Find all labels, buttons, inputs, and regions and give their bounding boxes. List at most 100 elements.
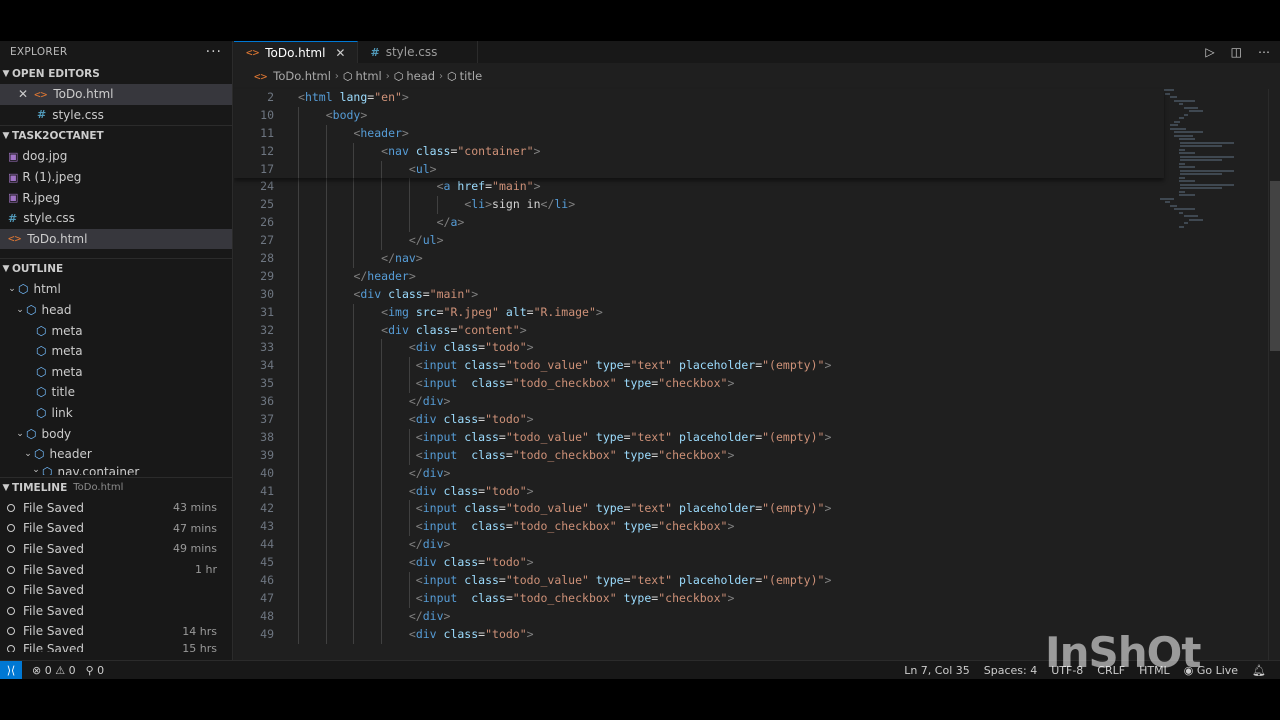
split-editor-icon[interactable]: ◫ bbox=[1231, 45, 1242, 59]
file-item[interactable]: ▣ dog.jpg bbox=[0, 146, 232, 167]
code-line[interactable]: 32 <div class="content"> bbox=[234, 321, 1164, 340]
outline-item[interactable]: ⌄ ⬡ header bbox=[0, 444, 232, 465]
close-icon[interactable]: ✕ bbox=[335, 46, 345, 60]
project-header[interactable]: ▼ TASK2OCTANET bbox=[0, 125, 232, 146]
line-content: <nav class="container"> bbox=[381, 143, 541, 158]
open-editor-item-style[interactable]: # style.css bbox=[0, 105, 232, 126]
outline-item[interactable]: ⌄ ⬡ body bbox=[0, 423, 232, 444]
run-icon[interactable]: ▷ bbox=[1205, 45, 1214, 59]
code-line[interactable]: 29 </header> bbox=[234, 267, 1164, 286]
sticky-line[interactable]: 10 <body> bbox=[234, 106, 1164, 125]
indent-guide bbox=[381, 464, 383, 483]
sticky-line[interactable]: 2 <html lang="en"> bbox=[234, 89, 1164, 107]
code-line[interactable]: 34 <input class="todo_value" type="text" … bbox=[234, 357, 1164, 376]
outline-item[interactable]: ⬡ link bbox=[0, 403, 232, 424]
code-line[interactable]: 28 </nav> bbox=[234, 250, 1164, 268]
outline-item[interactable]: ⬡ meta bbox=[0, 320, 232, 341]
timeline-item[interactable]: File Saved 14 hrs bbox=[0, 621, 232, 642]
code-line[interactable]: 47 <input class="todo_checkbox" type="che… bbox=[234, 589, 1164, 608]
indent-guide bbox=[298, 142, 299, 161]
cursor-position[interactable]: Ln 7, Col 35 bbox=[904, 664, 970, 677]
code-line[interactable]: 41 <div class="todo"> bbox=[234, 482, 1164, 501]
close-icon[interactable]: ✕ bbox=[18, 87, 28, 101]
minimap-line bbox=[1179, 190, 1185, 193]
file-item[interactable]: # style.css bbox=[0, 208, 232, 229]
outline-header[interactable]: ▼ OUTLINE bbox=[0, 258, 232, 279]
indent-guide bbox=[298, 303, 299, 322]
code-line[interactable]: 25 <li>sign in</li> bbox=[234, 196, 1164, 215]
code-line[interactable]: 48 </div> bbox=[234, 607, 1164, 626]
code-line[interactable]: 44 </div> bbox=[234, 536, 1164, 555]
timeline-header[interactable]: ▼ TIMELINE ToDo.html bbox=[0, 476, 232, 498]
code-editor[interactable]: 2 <html lang="en"> 10 <body> 11 <header> 12 <na… bbox=[234, 89, 1164, 644]
code-line[interactable]: 39 <input class="todo_checkbox" type="che… bbox=[234, 446, 1164, 465]
ports-indicator[interactable]: ⚲ 0 bbox=[86, 664, 105, 677]
indent-guide bbox=[298, 160, 299, 179]
breadcrumb-item[interactable]: html bbox=[356, 69, 382, 83]
outline-item[interactable]: ⬡ title bbox=[0, 382, 232, 403]
open-editors-header[interactable]: ▼ OPEN EDITORS bbox=[0, 63, 232, 84]
line-number: 45 bbox=[260, 555, 274, 570]
breadcrumb-item[interactable]: ToDo.html bbox=[273, 69, 331, 83]
timeline-item[interactable]: File Saved bbox=[0, 600, 232, 621]
file-item[interactable]: ▣ R.jpeg bbox=[0, 187, 232, 208]
code-lines: 24 <a href="main"> 25 <li>sign in</li> 26 </a… bbox=[234, 178, 1164, 644]
line-number: 30 bbox=[260, 286, 274, 301]
code-line[interactable]: 37 <div class="todo"> bbox=[234, 411, 1164, 429]
more-actions-icon[interactable]: ⋯ bbox=[1258, 45, 1270, 59]
outline-item[interactable]: ⌄ ⬡ head bbox=[0, 300, 232, 321]
timeline-item[interactable]: File Saved 49 mins bbox=[0, 539, 232, 560]
sticky-line[interactable]: 11 <header> bbox=[234, 124, 1164, 143]
code-line[interactable]: 31 <img src="R.jpeg" alt="R.image"> bbox=[234, 303, 1164, 322]
tab-todo-html[interactable]: <> ToDo.html ✕ bbox=[234, 41, 359, 63]
breadcrumb-item[interactable]: head bbox=[406, 69, 435, 83]
go-live-label: Go Live bbox=[1196, 663, 1239, 677]
timeline-item[interactable]: File Saved 1 hr bbox=[0, 559, 232, 580]
breadcrumb-item[interactable]: title bbox=[460, 69, 482, 83]
code-line[interactable]: 24 <a href="main"> bbox=[234, 178, 1164, 197]
more-actions-icon[interactable]: ··· bbox=[206, 44, 222, 60]
code-line[interactable]: 40 </div> bbox=[234, 464, 1164, 483]
timeline-item[interactable]: File Saved 47 mins bbox=[0, 518, 232, 539]
problems-indicator[interactable]: ⊗ 0 ⚠ 0 bbox=[32, 664, 76, 677]
bell-icon[interactable]: 🔔︎ bbox=[1252, 664, 1266, 677]
code-line[interactable]: 33 <div class="todo"> bbox=[234, 339, 1164, 358]
vertical-scrollbar[interactable] bbox=[1268, 89, 1280, 660]
code-line[interactable]: 45 <div class="todo"> bbox=[234, 554, 1164, 573]
code-line[interactable]: 43 <input class="todo_checkbox" type="che… bbox=[234, 518, 1164, 537]
code-line[interactable]: 49 <div class="todo"> bbox=[234, 625, 1164, 644]
outline-item[interactable]: ⬡ meta bbox=[0, 341, 232, 362]
scroll-thumb[interactable] bbox=[1270, 181, 1280, 351]
file-label: ToDo.html bbox=[27, 231, 88, 246]
code-line[interactable]: 27 </ul> bbox=[234, 232, 1164, 251]
file-item-active[interactable]: <> ToDo.html bbox=[0, 228, 232, 250]
code-line[interactable]: 30 <div class="main"> bbox=[234, 285, 1164, 304]
code-line[interactable]: 46 <input class="todo_value" type="text" … bbox=[234, 572, 1164, 590]
file-item[interactable]: ▣ R (1).jpeg bbox=[0, 167, 232, 188]
timeline-item[interactable]: File Saved bbox=[0, 580, 232, 601]
code-line[interactable]: 42 <input class="todo_value" type="text" … bbox=[234, 500, 1164, 519]
indent-guide bbox=[353, 554, 355, 573]
line-number: 43 bbox=[260, 519, 274, 534]
indent-guide bbox=[353, 196, 355, 215]
code-line[interactable]: 38 <input class="todo_value" type="text" … bbox=[234, 428, 1164, 447]
element-icon: ⬡ bbox=[18, 282, 29, 297]
outline-item[interactable]: ⌄ ⬡ nav.container bbox=[0, 465, 232, 475]
minimap[interactable] bbox=[1160, 89, 1240, 239]
code-line[interactable]: 35 <input class="todo_checkbox" type="che… bbox=[234, 375, 1164, 394]
sticky-line[interactable]: 17 <ul> bbox=[234, 160, 1164, 179]
open-editor-item-todo[interactable]: ✕ <> ToDo.html bbox=[0, 84, 232, 105]
line-content: <input class="todo_value" type="text" pl… bbox=[415, 429, 832, 444]
outline-item[interactable]: ⌄ ⬡ html bbox=[0, 279, 232, 300]
remote-icon[interactable]: ⟩⟨ bbox=[0, 660, 22, 679]
outline-item[interactable]: ⬡ meta bbox=[0, 362, 232, 383]
timeline-item[interactable]: File Saved 15 hrs bbox=[0, 642, 232, 652]
indentation[interactable]: Spaces: 4 bbox=[984, 664, 1037, 677]
code-line[interactable]: 26 </a> bbox=[234, 214, 1164, 233]
timeline-item[interactable]: File Saved 43 mins bbox=[0, 498, 232, 519]
html-file-icon: <> bbox=[8, 232, 22, 246]
indent-guide bbox=[325, 375, 327, 394]
code-line[interactable]: 36 </div> bbox=[234, 393, 1164, 412]
sticky-line[interactable]: 12 <nav class="container"> bbox=[234, 142, 1164, 161]
tab-style-css[interactable]: # style.css bbox=[358, 41, 479, 63]
